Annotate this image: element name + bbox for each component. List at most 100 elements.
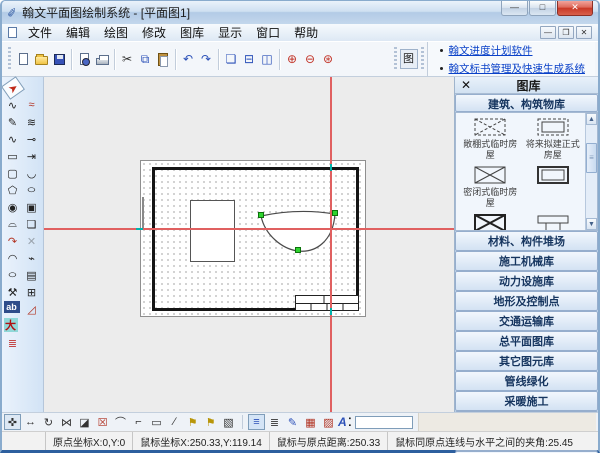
arc-arrow-tool[interactable]: ↷ <box>4 233 22 249</box>
menu-draw[interactable]: 绘图 <box>97 23 135 42</box>
print-button[interactable] <box>93 47 111 71</box>
cascade-windows-button[interactable]: ❏ <box>222 47 240 71</box>
rectangle-tool[interactable]: ▭ <box>4 148 22 164</box>
mdi-restore-button[interactable]: ❐ <box>558 26 574 39</box>
copy-button[interactable]: ⧉ <box>136 47 154 71</box>
hatch-pattern-button[interactable]: ▦ <box>302 414 319 430</box>
group-select-button[interactable]: ▧ <box>220 414 237 430</box>
category-site-plan[interactable]: 总平面图库 <box>455 331 598 351</box>
library-item-open-shed-house[interactable]: 敞棚式临时房屋 <box>459 117 522 161</box>
menu-window[interactable]: 窗口 <box>249 23 287 42</box>
line-width-thin-button[interactable]: ≡ <box>248 414 265 430</box>
category-transportation[interactable]: 交通运输库 <box>455 311 598 331</box>
person-symbol-tool[interactable]: 大 <box>4 318 18 332</box>
slope-dimension-tool[interactable]: ◿ <box>23 301 41 317</box>
tools-tool[interactable]: ⚒ <box>4 284 22 300</box>
rotate-button[interactable]: ↻ <box>40 414 57 430</box>
undo-button[interactable]: ↶ <box>179 47 197 71</box>
filled-region-tool[interactable]: ▣ <box>23 199 41 215</box>
library-scrollbar[interactable]: ▲ ▼ <box>585 113 597 230</box>
font-button[interactable]: A <box>338 415 347 429</box>
promo-link-schedule[interactable]: 翰文进度计划软件 <box>449 43 533 58</box>
mirror-button[interactable]: ⋈ <box>58 414 75 430</box>
zigzag-tool[interactable]: ⌁ <box>23 250 41 266</box>
oval-tool[interactable]: ○ <box>4 267 22 283</box>
selection-handle[interactable] <box>258 212 264 218</box>
menu-file[interactable]: 文件 <box>21 23 59 42</box>
menu-library[interactable]: 图库 <box>173 23 211 42</box>
maximize-button[interactable]: □ <box>529 1 556 16</box>
ellipse-tool[interactable]: ○ <box>23 182 41 198</box>
promo-link-bidding[interactable]: 翰文标书管理及快速生成系统 <box>449 61 586 76</box>
library-item-enclosed-temp-house[interactable]: 密闭式临时房屋 <box>459 165 522 209</box>
category-terrain-control-points[interactable]: 地形及控制点 <box>455 291 598 311</box>
wave-line-tool[interactable]: ∿ <box>4 131 22 147</box>
legend-tool[interactable]: ≣ <box>4 335 22 351</box>
flat-ellipse-tool[interactable]: ⌓ <box>4 216 22 232</box>
drawing-canvas[interactable] <box>44 77 454 412</box>
category-power-facilities[interactable]: 动力设施库 <box>455 271 598 291</box>
toolbar-grip[interactable] <box>8 47 11 71</box>
dome-tool[interactable]: ◠ <box>4 250 22 266</box>
spline-tool[interactable]: ≈ <box>23 97 41 113</box>
text-tool[interactable]: ab <box>4 301 20 313</box>
tile-horizontal-button[interactable]: ⊟ <box>240 47 258 71</box>
library-item-future-formal-house[interactable]: 将来拟建正式房屋 <box>522 117 585 161</box>
toolbar-grip[interactable] <box>421 47 424 71</box>
menu-edit[interactable]: 编辑 <box>59 23 97 42</box>
toolbar-grip[interactable] <box>394 47 397 71</box>
category-other-elements[interactable]: 其它图元库 <box>455 351 598 371</box>
category-pipeline-greening[interactable]: 管线绿化 <box>455 371 598 391</box>
scroll-down-icon[interactable]: ▼ <box>586 218 597 230</box>
line-width-thick-button[interactable]: ≣ <box>266 414 283 430</box>
selection-handle[interactable] <box>332 210 338 216</box>
pen-style-button[interactable]: ✎ <box>284 414 301 430</box>
menu-modify[interactable]: 修改 <box>135 23 173 42</box>
rect-shape-button[interactable]: ▭ <box>148 414 165 430</box>
new-button[interactable] <box>14 47 32 71</box>
open-button[interactable] <box>32 47 50 71</box>
style-value-input[interactable] <box>355 416 413 429</box>
polyline-tool[interactable]: ∿ <box>4 97 22 113</box>
align-flag-button[interactable]: ⚑ <box>184 414 201 430</box>
paste-button[interactable] <box>154 47 172 71</box>
fillet-button[interactable]: ⌒ <box>112 414 129 430</box>
drawing-sheet[interactable] <box>140 160 366 317</box>
mdi-minimize-button[interactable]: — <box>540 26 556 39</box>
hatch-lines-tool[interactable]: ≋ <box>23 114 41 130</box>
grid-net-tool[interactable]: ⊞ <box>23 284 41 300</box>
minimize-button[interactable]: — <box>501 1 528 16</box>
line-segment-button[interactable]: ∕ <box>166 414 183 430</box>
polygon-tool[interactable]: ⬠ <box>4 182 22 198</box>
tile-vertical-button[interactable]: ◫ <box>258 47 276 71</box>
scrollbar-thumb[interactable] <box>586 143 597 173</box>
print-preview-button[interactable] <box>75 47 93 71</box>
library-item-proposed-formal-house[interactable] <box>522 165 585 209</box>
cut-button[interactable]: ✂ <box>118 47 136 71</box>
mdi-close-button[interactable]: ✕ <box>576 26 592 39</box>
text-box-tool[interactable]: ▤ <box>23 267 41 283</box>
node-line-tool[interactable]: ⊸ <box>23 131 41 147</box>
delete-box-button[interactable]: ☒ <box>94 414 111 430</box>
arc-tool[interactable]: ◡ <box>23 165 41 181</box>
arch-shape-button[interactable]: ⌐ <box>130 414 147 430</box>
save-button[interactable] <box>50 47 68 71</box>
zoom-out-button[interactable]: ⊖ <box>301 47 319 71</box>
delete-tool[interactable]: ✕ <box>23 233 41 249</box>
move-button[interactable]: ✜ <box>4 414 21 430</box>
panel-close-icon[interactable]: ✕ <box>455 78 477 93</box>
corner-fill-button[interactable]: ◪ <box>76 414 93 430</box>
offset-line-tool[interactable]: ⇥ <box>23 148 41 164</box>
category-construction-machinery[interactable]: 施工机械库 <box>455 251 598 271</box>
zoom-in-button[interactable]: ⊕ <box>283 47 301 71</box>
zoom-extents-button[interactable]: ⊛ <box>319 47 337 71</box>
selection-handle[interactable] <box>295 247 301 253</box>
blocks-tool[interactable]: ❏ <box>23 216 41 232</box>
selected-curve-shape[interactable] <box>261 211 335 251</box>
redo-button[interactable]: ↷ <box>197 47 215 71</box>
rounded-rectangle-tool[interactable]: ▢ <box>4 165 22 181</box>
fill-color-button[interactable]: ▨ <box>320 414 337 430</box>
stretch-button[interactable]: ↔ <box>22 414 39 430</box>
pencil-tool[interactable]: ✎ <box>4 114 22 130</box>
category-materials-yard[interactable]: 材料、构件堆场 <box>455 231 598 251</box>
